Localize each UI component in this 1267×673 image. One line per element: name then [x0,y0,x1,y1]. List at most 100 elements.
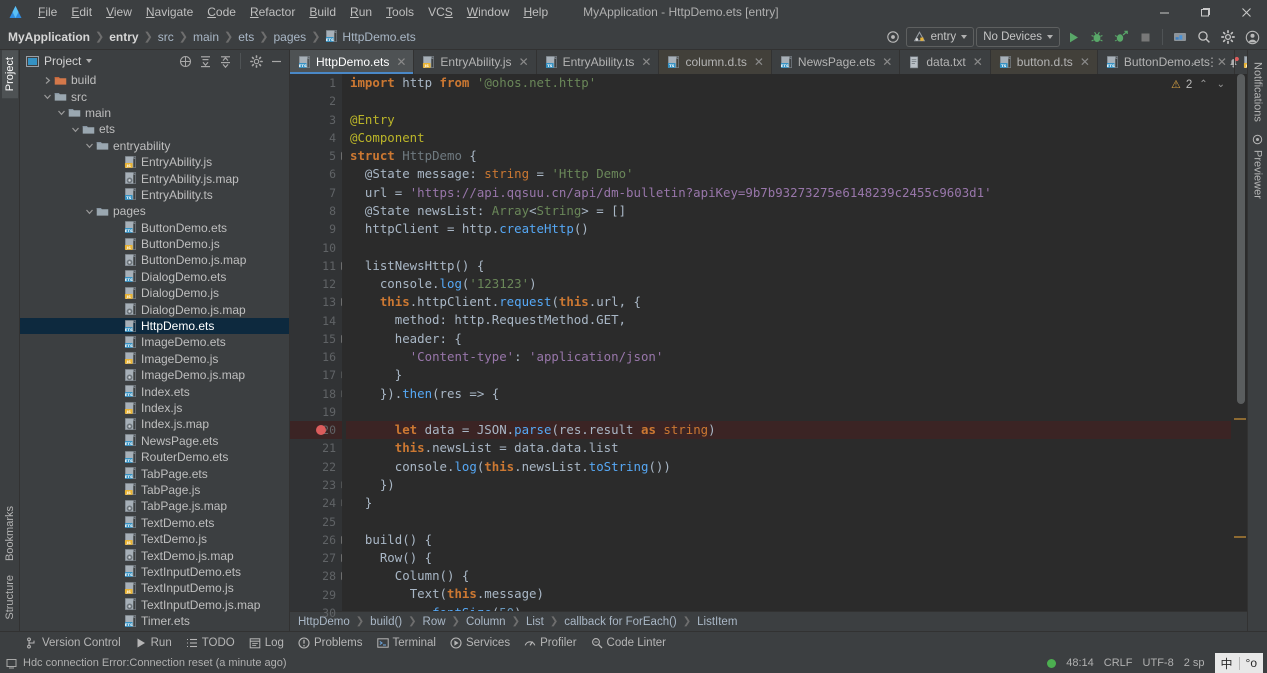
warning-marker[interactable] [1234,536,1246,538]
close-tab-icon[interactable]: ✕ [754,55,764,69]
breadcrumb-item[interactable]: entry [109,30,138,44]
editor-scrollbar-area[interactable] [1231,74,1247,611]
editor-tab-button-d-ts[interactable]: TS button.d.ts ✕ [990,50,1098,74]
previous-problem-icon[interactable]: ⌃ [1197,79,1209,90]
gutter-line[interactable]: 6 [290,165,342,183]
code-line[interactable]: .fontSize(50) [346,604,1231,611]
close-tab-icon[interactable]: ✕ [519,55,529,69]
menu-item-tools[interactable]: Tools [379,3,421,21]
tree-item[interactable]: ets [20,121,289,137]
chevron-right-icon[interactable] [42,75,53,86]
chevron-down-icon[interactable] [86,59,93,63]
tree-item[interactable]: JS TextInputDemo.js [20,580,289,596]
code-line[interactable] [346,92,1231,110]
gutter-line[interactable]: 22 [290,458,342,476]
tree-item[interactable]: JS ButtonDemo.js [20,236,289,252]
sidebar-tab-previewer[interactable]: Previewer [1250,128,1266,205]
editor-breadcrumb-item[interactable]: ListItem [697,616,737,628]
search-icon[interactable] [1193,26,1215,48]
code-line[interactable]: @Component [346,129,1231,147]
tree-item[interactable]: ETS TabPage.ets [20,465,289,481]
editor-breadcrumb-item[interactable]: Column [466,616,506,628]
editor-tab-entryability-ts[interactable]: TS EntryAbility.ts ✕ [537,50,660,74]
expand-all-icon[interactable] [196,52,214,70]
breadcrumb-item[interactable]: main [193,30,219,44]
editor-breadcrumb-item[interactable]: callback for ForEach() [564,616,676,628]
tree-item[interactable]: entryability [20,138,289,154]
code-line[interactable]: listNewsHttp() { [346,257,1231,275]
close-tab-icon[interactable]: ✕ [1217,55,1227,69]
menu-item-window[interactable]: Window [460,3,517,21]
settings-sync-icon[interactable] [882,26,904,48]
gutter-line[interactable]: 2 [290,92,342,110]
tree-item[interactable]: EntryAbility.js.map [20,170,289,186]
gutter-line[interactable]: 14 [290,311,342,329]
code-line[interactable]: httpClient = http.createHttp() [346,220,1231,238]
tree-item[interactable]: src [20,88,289,104]
close-tab-icon[interactable]: ✕ [641,55,651,69]
chevron-down-icon[interactable] [70,124,81,135]
attach-debugger-button[interactable] [1110,26,1132,48]
code-line[interactable]: Row() { [346,549,1231,567]
hide-panel-icon[interactable] [267,52,285,70]
gutter-line[interactable]: 5 [290,147,350,165]
gutter-line[interactable]: 26 [290,531,350,549]
gutter-line[interactable]: 4 [290,129,342,147]
code-line[interactable]: Text(this.message) [346,585,1231,603]
tree-item[interactable]: Index.js.map [20,416,289,432]
gutter-line[interactable]: 18 [290,385,350,403]
breadcrumb-item[interactable]: pages [273,30,306,44]
status-message-area[interactable]: Hdc connection Error:Connection reset (a… [6,657,287,669]
tree-item[interactable]: TabPage.js.map [20,498,289,514]
editor-breadcrumb-item[interactable]: List [526,616,544,628]
tree-item[interactable]: ETS RouterDemo.ets [20,449,289,465]
tree-item[interactable]: main [20,105,289,121]
tree-item[interactable]: ETS TextInputDemo.ets [20,564,289,580]
ime-language-indicator[interactable]: 中 °o [1214,653,1263,673]
gutter-line[interactable]: 9 [290,220,342,238]
tree-item[interactable]: TS EntryAbility.ts [20,187,289,203]
code-line-breakpoint[interactable]: let data = JSON.parse(res.result as stri… [342,421,1231,440]
code-line[interactable]: @State message: string = 'Http Demo' [346,165,1231,183]
breadcrumb-item[interactable]: ETS HttpDemo.ets [325,30,416,44]
tree-item[interactable]: JS TabPage.js [20,482,289,498]
tree-item[interactable]: JS TextDemo.js [20,531,289,547]
gutter-line[interactable]: 23 [290,476,350,494]
tree-item[interactable]: ETS Timer.ets [20,613,289,629]
inspection-widget[interactable]: ⚠ 2 ⌃ ⌄ [1171,78,1227,92]
gutter-line[interactable]: 12 [290,275,342,293]
code-line[interactable]: build() { [346,531,1231,549]
device-selector[interactable]: No Devices [976,27,1060,47]
tree-item-selected[interactable]: ETS HttpDemo.ets [20,317,289,335]
chevron-down-icon[interactable] [56,107,67,118]
code-line[interactable]: import http from '@ohos.net.http' [346,74,1231,92]
close-tab-icon[interactable]: ✕ [396,55,406,69]
tree-item[interactable]: ETS DialogDemo.ets [20,269,289,285]
device-manager-icon[interactable] [1169,26,1191,48]
line-separator[interactable]: CRLF [1104,657,1133,669]
breadcrumb-item[interactable]: ets [238,30,254,44]
gutter-line[interactable]: 10 [290,238,342,256]
menu-item-view[interactable]: View [99,3,139,21]
close-button[interactable] [1226,0,1267,24]
caret-position[interactable]: 48:14 [1066,657,1094,669]
tree-item[interactable]: JS ImageDemo.js [20,351,289,367]
chevron-down-icon[interactable] [84,206,95,217]
code-line[interactable]: this.newsList = data.data.list [346,439,1231,457]
tool-window-problems[interactable]: Problems [298,637,363,649]
editor-tab-httpdemo-ets[interactable]: ETS HttpDemo.ets ✕ [290,50,415,74]
tool-window-version-control[interactable]: Version Control [26,637,121,649]
sidebar-tab-project[interactable]: Project [1,50,18,99]
tree-item[interactable]: ETS TextDemo.ets [20,515,289,531]
code-line[interactable]: method: http.RequestMethod.GET, [346,311,1231,329]
next-problem-icon[interactable]: ⌄ [1215,79,1227,90]
editor-tab-column-d-ts[interactable]: TS column.d.ts ✕ [659,50,772,74]
code-line[interactable] [346,403,1231,421]
sidebar-tab-bookmarks[interactable]: Bookmarks [2,499,18,568]
minimize-button[interactable] [1144,0,1185,24]
tool-window-terminal[interactable]: Terminal [376,637,436,649]
gutter-line[interactable]: 1 [290,74,342,92]
tree-item[interactable]: ETS Index.ets [20,383,289,399]
tree-item[interactable]: ButtonDemo.js.map [20,252,289,268]
code-line[interactable] [346,238,1231,256]
